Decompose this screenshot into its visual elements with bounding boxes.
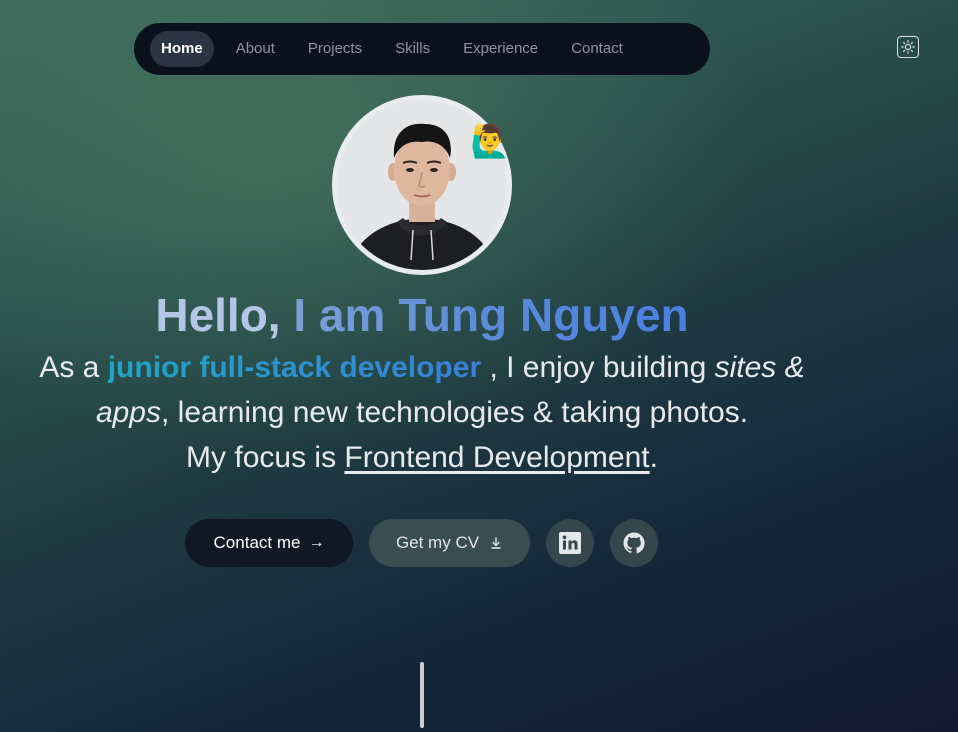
nav-item-skills[interactable]: Skills bbox=[384, 31, 441, 67]
focus-text: Frontend Development bbox=[344, 441, 650, 474]
contact-me-button[interactable]: Contact me → bbox=[185, 519, 353, 567]
nav-item-experience[interactable]: Experience bbox=[452, 31, 549, 67]
nav-item-contact[interactable]: Contact bbox=[560, 31, 634, 67]
focus-prefix: My focus is bbox=[186, 441, 337, 474]
arrow-right-icon: → bbox=[308, 534, 325, 551]
get-cv-label: Get my CV bbox=[395, 533, 480, 552]
main-nav: Home About Projects Skills Experience Co… bbox=[134, 23, 710, 75]
hero-intro: As a junior full-stack developer , I enj… bbox=[12, 345, 832, 480]
intro-prefix: As a bbox=[39, 351, 100, 384]
get-cv-button[interactable]: Get my CV bbox=[369, 519, 530, 567]
nav-item-projects[interactable]: Projects bbox=[297, 31, 373, 67]
hero-name: I am Tung Nguyen bbox=[293, 289, 689, 341]
linkedin-button[interactable] bbox=[546, 519, 594, 567]
greeting-text: Hello, bbox=[155, 289, 281, 341]
download-icon bbox=[489, 536, 503, 550]
github-button[interactable] bbox=[610, 519, 658, 567]
github-icon bbox=[623, 532, 645, 554]
avatar-container: 🙋‍♂️ bbox=[332, 95, 512, 275]
intro-mid: , I enjoy building bbox=[489, 351, 707, 384]
hero-headline: Hello, I am Tung Nguyen bbox=[0, 288, 844, 342]
nav-item-about[interactable]: About bbox=[225, 31, 286, 67]
intro-rest: , learning new technologies & taking pho… bbox=[161, 396, 749, 429]
scroll-indicator bbox=[420, 662, 424, 728]
sun-icon bbox=[901, 40, 915, 54]
avatar bbox=[332, 95, 512, 275]
linkedin-icon bbox=[559, 532, 581, 554]
focus-suffix: . bbox=[649, 441, 658, 474]
waving-person-icon: 🙋‍♂️ bbox=[470, 123, 510, 159]
nav-item-home[interactable]: Home bbox=[150, 31, 214, 67]
role-text: junior full-stack developer bbox=[107, 351, 482, 384]
contact-me-label: Contact me bbox=[213, 533, 301, 552]
theme-toggle-button[interactable] bbox=[897, 36, 919, 58]
